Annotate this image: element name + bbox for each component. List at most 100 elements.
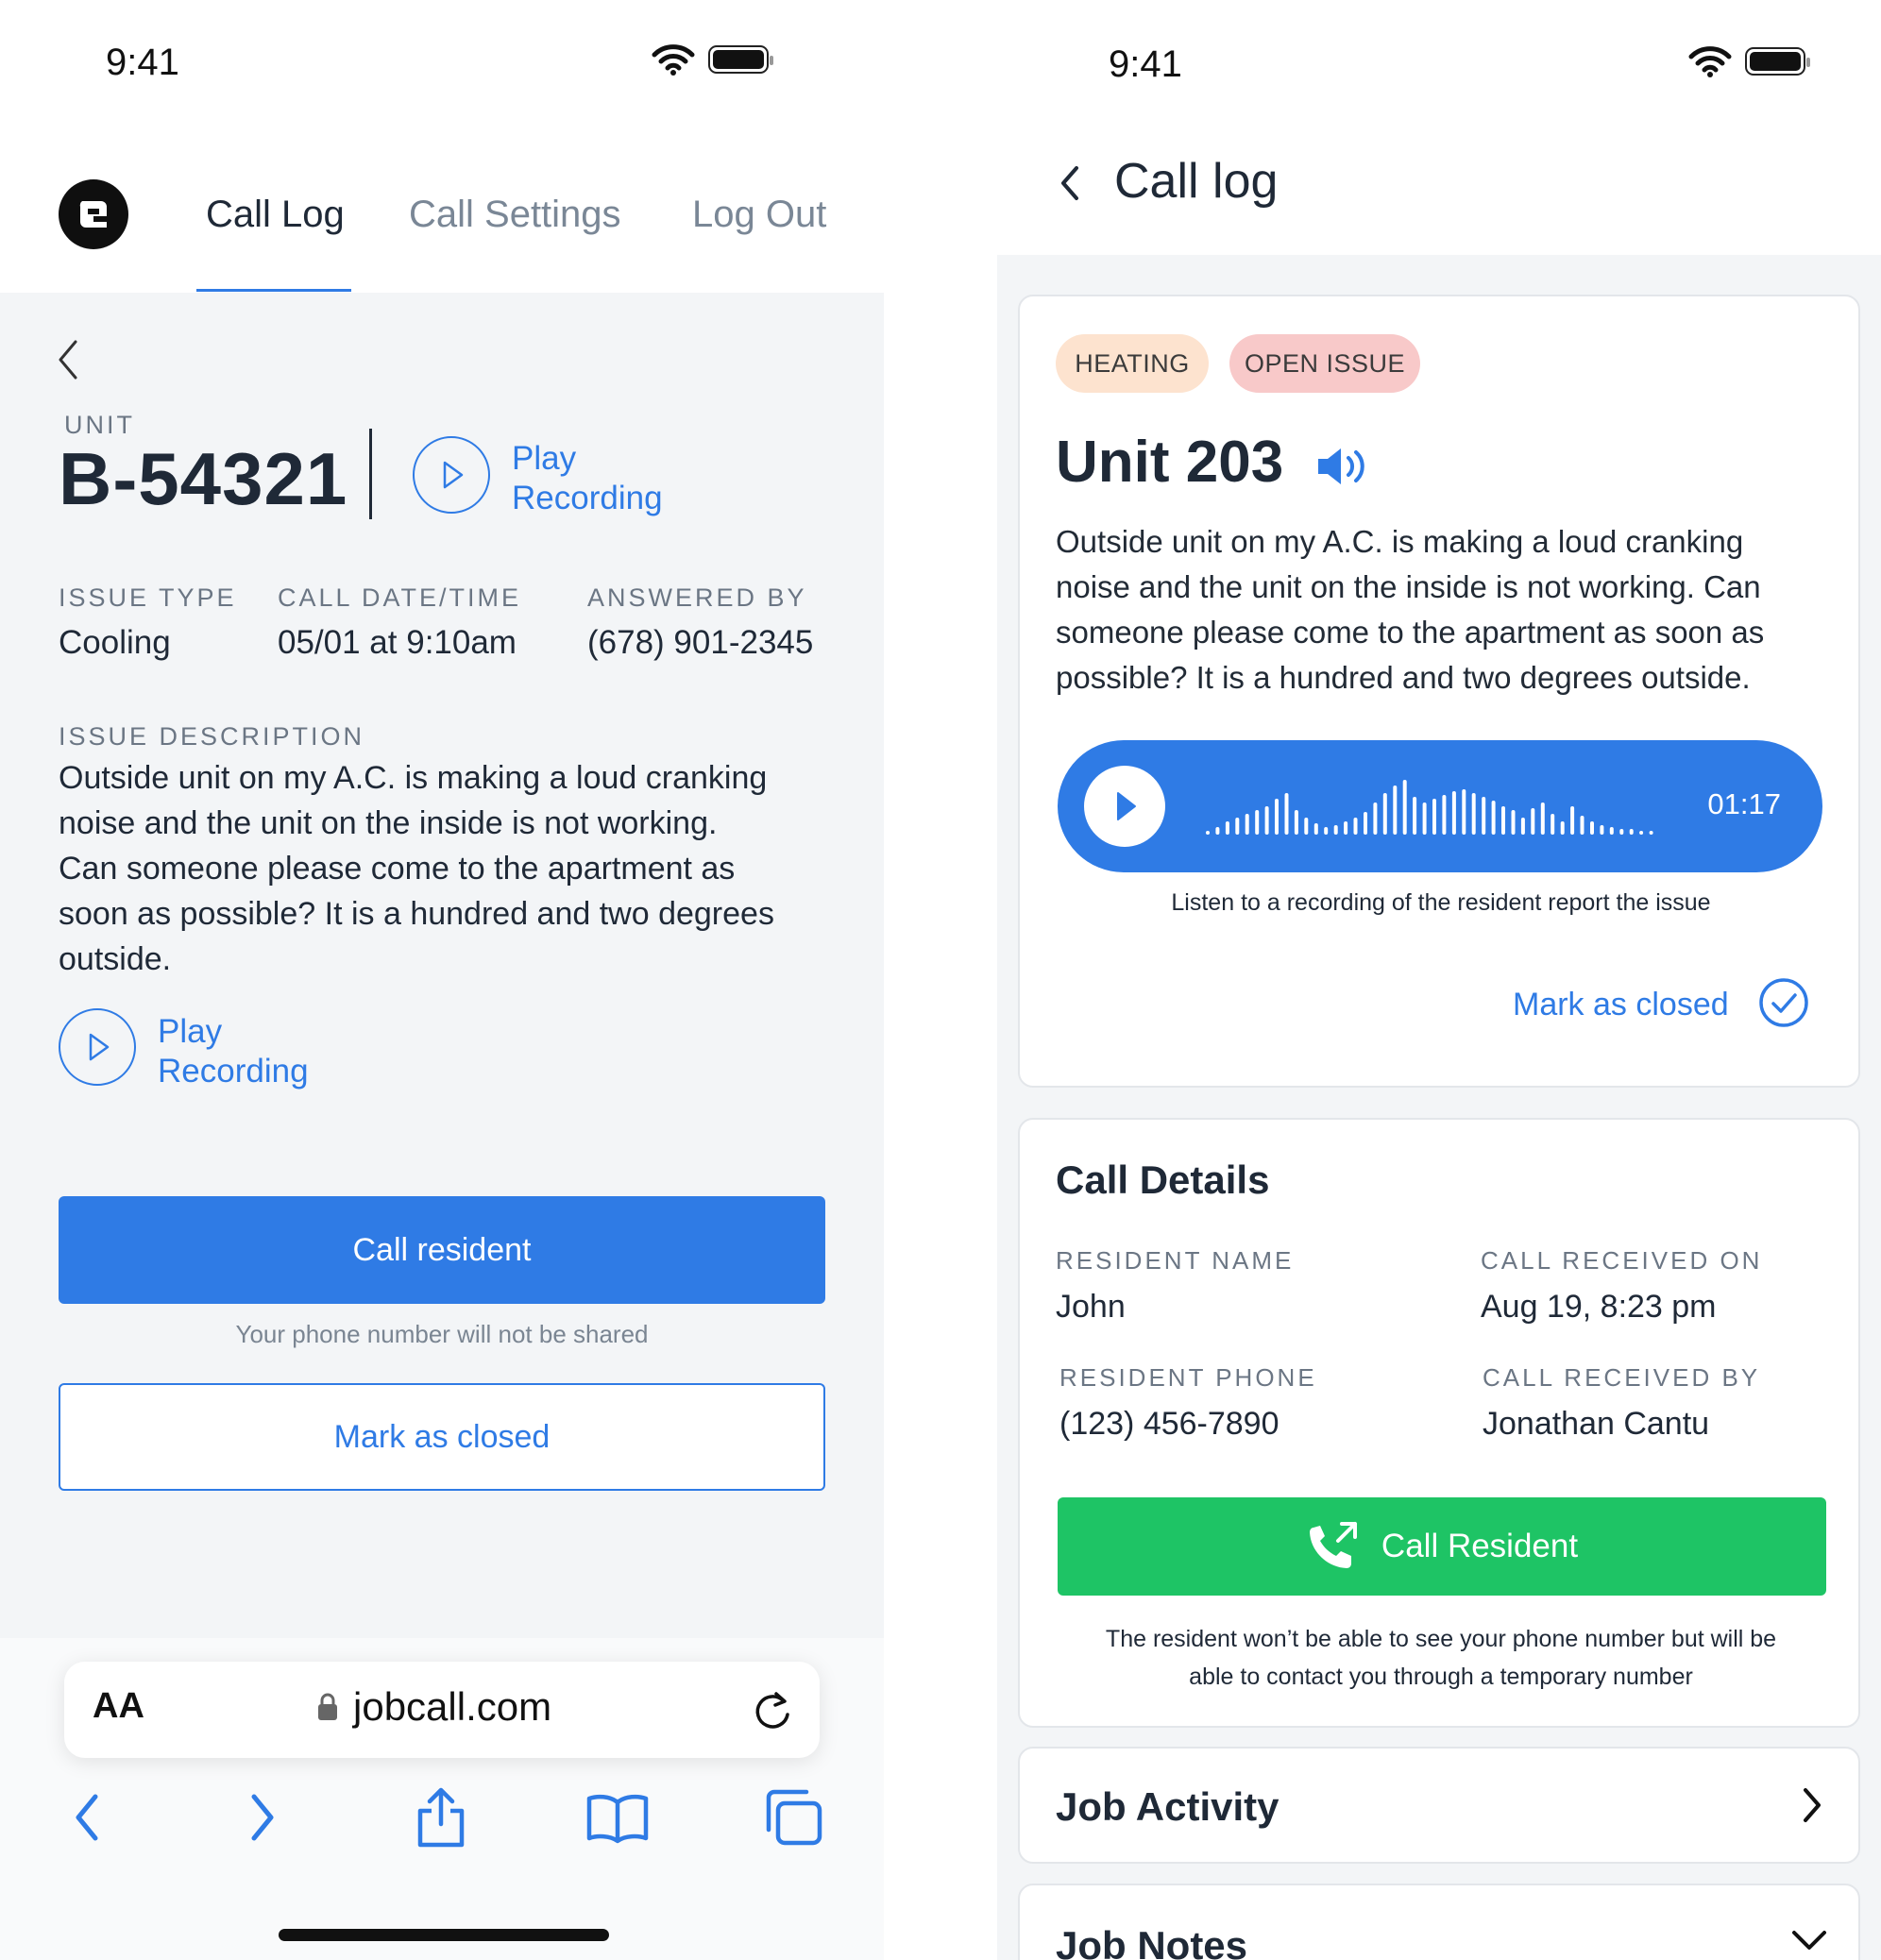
tag-open-issue: OPEN ISSUE [1229, 334, 1420, 393]
resident-phone-value: (123) 456-7890 [1059, 1406, 1279, 1442]
call-datetime-field: CALL DATE/TIME 05/01 at 9:10am [278, 583, 521, 662]
tabs-icon[interactable] [755, 1780, 831, 1855]
waveform-bar [1284, 793, 1289, 835]
waveform-bar [1225, 821, 1229, 835]
status-icons [1688, 45, 1810, 77]
address-bar[interactable]: AA jobcall.com [64, 1662, 820, 1758]
forward-arrow-icon[interactable] [225, 1780, 300, 1855]
unit-title: Unit 203 [1056, 430, 1284, 495]
job-notes-row[interactable]: Job Notes [1018, 1884, 1860, 1960]
job-notes-title: Job Notes [1056, 1923, 1248, 1960]
answered-by-label: ANSWERED BY [587, 583, 807, 612]
back-chevron-icon[interactable] [1058, 162, 1084, 204]
tab-call-log[interactable]: Call Log [206, 194, 345, 236]
waveform-bar [1649, 831, 1653, 835]
status-time: 9:41 [106, 42, 179, 83]
wifi-icon [652, 44, 695, 76]
description-line: noise and the unit on the inside is not … [59, 805, 718, 841]
app-logo[interactable] [59, 179, 128, 249]
play-recording-link-bottom[interactable]: Play Recording [158, 1012, 309, 1091]
phone-outgoing-icon [1309, 1522, 1357, 1568]
browser-chrome: AA jobcall.com [0, 1638, 884, 1960]
url-text[interactable]: jobcall.com [353, 1684, 551, 1730]
call-resident-label: Call Resident [1381, 1528, 1579, 1564]
waveform-bar [1255, 810, 1260, 835]
status-icons [652, 43, 773, 76]
resident-name-field: RESIDENT NAME John [1056, 1246, 1294, 1326]
resident-phone-label: RESIDENT PHONE [1059, 1363, 1317, 1392]
right-phone-screen: 9:41 Call log HEATING OPEN ISSUE Unit 20… [997, 0, 1881, 1960]
waveform-bar [1324, 827, 1329, 835]
waveform-bar [1520, 818, 1525, 835]
back-arrow-icon[interactable] [49, 1780, 125, 1855]
recording-text: Recording [158, 1053, 309, 1090]
audio-duration: 01:17 [1707, 787, 1781, 820]
waveform-bar [1501, 806, 1505, 835]
call-received-by-value: Jonathan Cantu [1483, 1406, 1710, 1442]
play-text: Play [158, 1013, 223, 1050]
description-line: Outside unit on my A.C. is making a loud… [1056, 524, 1744, 559]
waveform-bar [1413, 797, 1417, 835]
waveform-bar [1393, 786, 1398, 835]
call-details-card: Call Details RESIDENT NAME John CALL REC… [1018, 1118, 1860, 1728]
call-privacy-note: The resident won’t be able to see your p… [1020, 1620, 1862, 1696]
issue-type-field: ISSUE TYPE Cooling [59, 583, 237, 662]
call-resident-button[interactable]: Call Resident [1058, 1497, 1826, 1596]
call-resident-button[interactable]: Call resident [59, 1196, 825, 1304]
waveform-bar [1609, 827, 1614, 835]
reload-icon[interactable] [752, 1688, 793, 1732]
issue-description-label: ISSUE DESCRIPTION [59, 722, 365, 751]
waveform-bar [1402, 780, 1407, 835]
job-activity-row[interactable]: Job Activity [1018, 1747, 1860, 1864]
waveform-bar [1531, 808, 1535, 835]
waveform-bar [1560, 821, 1565, 835]
play-recording-button-top[interactable] [413, 436, 490, 514]
waveform-bar [1442, 795, 1447, 835]
waveform-graphic [1206, 780, 1653, 835]
audio-caption: Listen to a recording of the resident re… [1171, 889, 1711, 916]
waveform-bar [1353, 818, 1358, 835]
resident-phone-field: RESIDENT PHONE (123) 456-7890 [1059, 1363, 1317, 1443]
page-title: Call log [1114, 154, 1279, 209]
call-received-on-value: Aug 19, 8:23 pm [1481, 1289, 1717, 1325]
logo-mark-icon [79, 201, 107, 228]
wifi-icon [1688, 46, 1732, 77]
speaker-icon[interactable] [1314, 444, 1369, 489]
waveform-bar [1304, 818, 1309, 835]
issue-card: HEATING OPEN ISSUE Unit 203 Outside unit… [1018, 295, 1860, 1088]
check-circle-icon[interactable] [1758, 977, 1809, 1028]
waveform-bar [1600, 825, 1604, 835]
call-detail-panel: UNIT B-54321 Play Recording ISSUE TYPE C… [0, 293, 884, 1638]
call-received-by-field: CALL RECEIVED BY Jonathan Cantu [1483, 1363, 1760, 1443]
waveform-bar [1451, 791, 1456, 835]
text-size-button[interactable]: AA [93, 1686, 144, 1727]
audio-player[interactable]: 01:17 [1058, 740, 1822, 872]
waveform-bar [1629, 829, 1634, 835]
waveform-bar [1313, 823, 1318, 835]
description-line: Can someone please come to the apartment… [59, 851, 736, 887]
issue-description: Outside unit on my A.C. is making a loud… [59, 755, 774, 982]
bookmarks-icon[interactable] [580, 1780, 655, 1855]
play-recording-link-top[interactable]: Play Recording [512, 439, 663, 518]
waveform-bar [1639, 831, 1644, 835]
tab-log-out[interactable]: Log Out [692, 194, 826, 236]
play-recording-button-bottom[interactable] [59, 1008, 136, 1086]
description-line: soon as possible? It is a hundred and tw… [59, 896, 774, 932]
mark-as-closed-button[interactable]: Mark as closed [59, 1383, 825, 1491]
waveform-bar [1511, 810, 1516, 835]
status-time: 9:41 [1109, 43, 1182, 85]
audio-play-button[interactable] [1084, 766, 1165, 847]
answered-by-field: ANSWERED BY (678) 901-2345 [587, 583, 813, 662]
waveform-bar [1235, 818, 1240, 835]
waveform-bar [1382, 793, 1387, 835]
share-icon[interactable] [403, 1780, 479, 1855]
call-details-title: Call Details [1056, 1157, 1270, 1202]
tab-call-settings[interactable]: Call Settings [409, 194, 621, 236]
answered-by-value: (678) 901-2345 [587, 624, 814, 661]
home-indicator [279, 1929, 609, 1941]
play-icon [89, 1033, 110, 1061]
description-line: Outside unit on my A.C. is making a loud… [59, 760, 768, 796]
waveform-bar [1462, 789, 1466, 835]
mark-as-closed-link[interactable]: Mark as closed [1513, 987, 1729, 1023]
back-chevron-icon[interactable] [55, 338, 83, 381]
